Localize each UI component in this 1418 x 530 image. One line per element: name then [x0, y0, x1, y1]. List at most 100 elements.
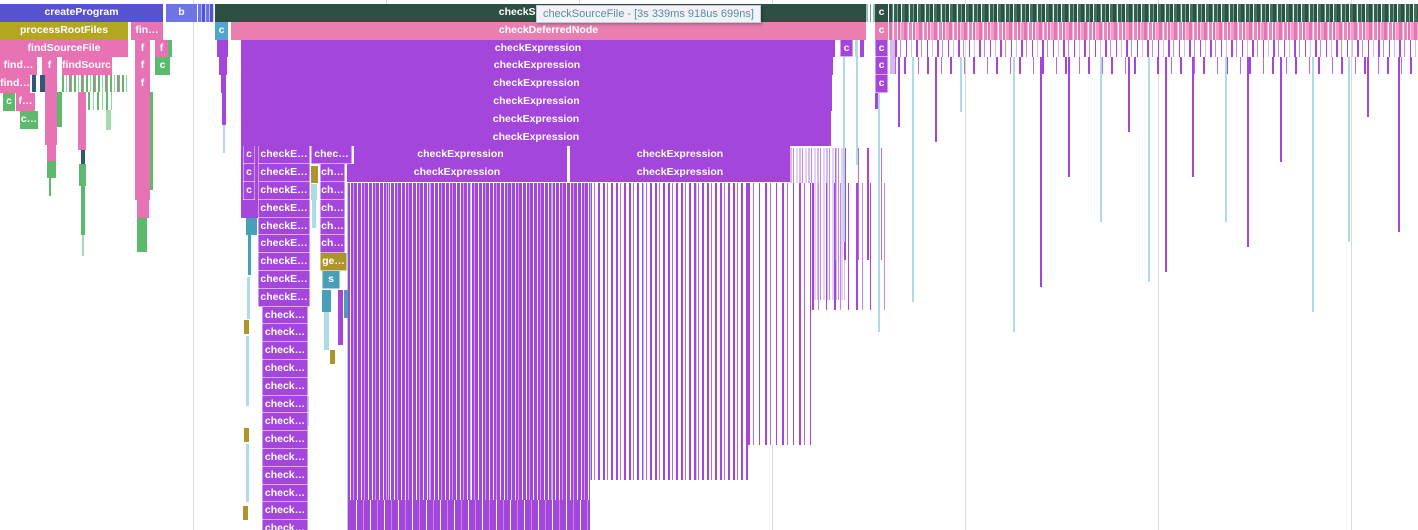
frame-check[interactable]: check… [262, 360, 308, 378]
frame-checkE[interactable]: checkE… [258, 271, 310, 289]
frame-ch[interactable]: ch… [320, 235, 345, 253]
frame-check[interactable]: check… [262, 520, 308, 530]
drip-line [1040, 57, 1042, 287]
frame-checkExpression[interactable]: checkExpression [241, 129, 831, 147]
micro-frame [344, 290, 348, 318]
drip-line [898, 57, 900, 127]
frame-c[interactable]: c [875, 40, 888, 58]
frame-checkE[interactable]: checkE… [258, 146, 310, 164]
frame-find[interactable]: find… [0, 75, 30, 93]
micro-frame [81, 186, 85, 235]
frame-c[interactable]: c [155, 57, 170, 75]
frame-checkExpression[interactable]: checkExpression [570, 146, 790, 164]
frame-checkE[interactable]: checkE… [258, 164, 310, 182]
frame-ch[interactable]: ch… [320, 182, 345, 200]
frame-createProgram[interactable]: createProgram [0, 4, 163, 22]
frame-checkExpression[interactable]: checkExpression [241, 40, 835, 58]
drip-line [1128, 57, 1130, 132]
frame-checkExpression[interactable]: checkExpression [347, 164, 567, 182]
frame-checkE[interactable]: checkE… [258, 289, 310, 307]
frame-findSourceFile[interactable]: findSourceFile [0, 40, 128, 58]
micro-frame [312, 200, 316, 228]
micro-frame [223, 125, 225, 153]
frame-f[interactable]: f [135, 75, 150, 93]
frame-f[interactable]: f [135, 40, 150, 58]
frame-c[interactable]: c [875, 4, 888, 22]
gridline [1351, 0, 1352, 530]
frame-c[interactable]: c… [20, 111, 38, 129]
frame-checkE[interactable]: checkE… [258, 253, 310, 271]
frame-checkDeferredNode[interactable]: checkDeferredNode [231, 22, 866, 40]
micro-frame [222, 93, 226, 125]
drip-line [878, 92, 880, 332]
frame-f[interactable]: f [155, 40, 168, 58]
frame-checkE[interactable]: checkE… [258, 182, 310, 200]
drip-line [1013, 57, 1015, 332]
frame-chec[interactable]: chec… [311, 146, 352, 164]
flame-chart[interactable]: checkSourceFile - [3s 339ms 918us 699ns]… [0, 0, 1418, 530]
frame-fin[interactable]: fin… [131, 22, 163, 40]
drip-line [856, 40, 858, 165]
dense-frames-region [889, 22, 1418, 40]
frame-f[interactable]: f [135, 57, 150, 75]
frame-c[interactable]: c [3, 93, 15, 111]
frame-c[interactable]: c [840, 40, 853, 58]
frame-check[interactable]: check… [262, 485, 308, 503]
frame-check[interactable]: check… [262, 502, 308, 520]
frame-c[interactable]: c [243, 182, 255, 200]
frame-c[interactable]: c [243, 146, 255, 164]
frame-checkExpression[interactable]: checkExpression [570, 164, 790, 182]
dense-frames-region [895, 57, 1418, 74]
frame-check[interactable]: check… [262, 413, 308, 431]
frame-f[interactable]: f [42, 57, 57, 75]
micro-frame [247, 277, 250, 319]
micro-frame [890, 40, 895, 74]
frame-check[interactable]: check… [262, 396, 308, 414]
dense-frames-region [895, 40, 1418, 57]
frame-checkExpression[interactable]: checkExpression [241, 57, 833, 75]
frame-find[interactable]: find… [0, 57, 37, 75]
frame-checkE[interactable]: checkE… [258, 235, 310, 253]
frame-c[interactable]: c [215, 22, 228, 40]
drip-line [1280, 57, 1282, 162]
frame-ch[interactable]: ch… [320, 218, 345, 236]
frame-check[interactable]: check… [262, 378, 308, 396]
micro-frame [81, 150, 85, 164]
frame-c[interactable]: c [875, 57, 888, 75]
micro-frame [219, 57, 227, 75]
frame-processRootFiles[interactable]: processRootFiles [0, 22, 128, 40]
drip-line [1068, 57, 1070, 177]
drip-line [935, 57, 937, 142]
frame-check[interactable]: check… [262, 324, 308, 342]
frame-check[interactable]: check… [262, 342, 308, 360]
micro-frame [47, 145, 56, 161]
micro-frame [47, 161, 56, 178]
frame-check[interactable]: check… [262, 467, 308, 485]
frame-c[interactable]: c [875, 75, 888, 93]
frame-ch[interactable]: ch… [320, 164, 345, 182]
frame-checkE[interactable]: checkE… [258, 218, 310, 236]
frame-s[interactable]: s [322, 271, 340, 289]
frame-c[interactable]: c [875, 22, 888, 40]
frame-checkExpression[interactable]: checkExpression [241, 75, 832, 93]
frame-checkE[interactable]: checkE… [258, 200, 310, 218]
micro-frame [860, 40, 864, 57]
frame-findSourc[interactable]: findSourc… [62, 57, 112, 75]
frame-ge[interactable]: ge… [320, 253, 347, 271]
micro-frame [217, 40, 228, 57]
frame-c[interactable]: c [243, 164, 255, 182]
drip-line [1348, 57, 1350, 242]
micro-frame [246, 218, 257, 235]
frame-check[interactable]: check… [262, 431, 308, 449]
frame-checkExpression[interactable]: checkExpression [241, 111, 831, 129]
micro-frame [243, 506, 248, 520]
frame-f[interactable]: f… [16, 93, 35, 111]
frame-check[interactable]: check… [262, 307, 308, 325]
frame-b[interactable]: b [166, 4, 197, 22]
frame-checkExpression[interactable]: checkExpression [354, 146, 567, 164]
drip-line [1100, 57, 1102, 222]
dense-frames-region [88, 92, 112, 110]
frame-checkExpression[interactable]: checkExpression [241, 93, 832, 111]
frame-check[interactable]: check… [262, 449, 308, 467]
frame-ch[interactable]: ch… [320, 200, 345, 218]
